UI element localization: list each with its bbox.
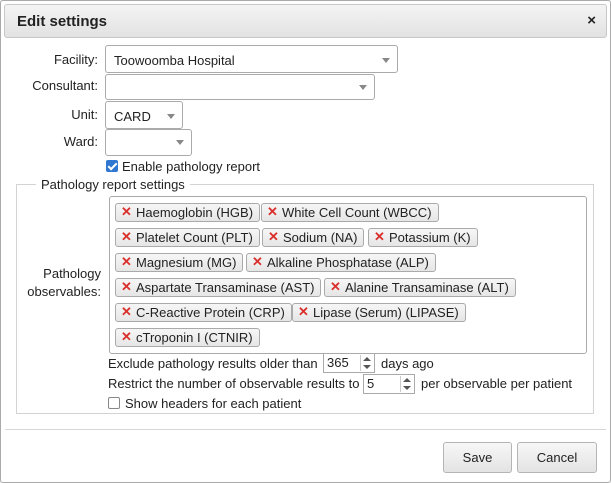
tag-label: Lipase (Serum) (LIPASE) — [313, 305, 459, 320]
stepper-arrows-icon[interactable] — [360, 355, 373, 371]
ward-label: Ward: — [63, 134, 98, 149]
exclude-days-stepper[interactable]: 365 — [323, 353, 375, 373]
observable-tag: ✕ cTroponin I (CTNIR) — [115, 328, 260, 347]
observable-tag: ✕ Sodium (NA) — [262, 228, 365, 247]
dialog-titlebar: Edit settings × — [4, 4, 607, 38]
tag-label: Platelet Count (PLT) — [136, 230, 253, 245]
remove-icon[interactable]: ✕ — [330, 279, 341, 295]
tag-label: cTroponin I (CTNIR) — [136, 330, 253, 345]
observable-tag: ✕ Platelet Count (PLT) — [115, 228, 260, 247]
observable-tag: ✕ Lipase (Serum) (LIPASE) — [292, 303, 466, 322]
restrict-prefix: Restrict the number of observable result… — [108, 376, 360, 391]
unit-label: Unit: — [71, 107, 98, 122]
consultant-label: Consultant: — [32, 78, 98, 93]
tag-label: Aspartate Transaminase (AST) — [136, 280, 315, 295]
observables-label-line1: Pathology — [43, 266, 101, 281]
observable-tag: ✕ C-Reactive Protein (CRP) — [115, 303, 292, 322]
restrict-count-stepper[interactable]: 5 — [363, 374, 415, 394]
show-headers-label: Show headers for each patient — [125, 396, 302, 411]
restrict-count-value: 5 — [367, 376, 375, 391]
tag-label: Alkaline Phosphatase (ALP) — [267, 255, 429, 270]
remove-icon[interactable]: ✕ — [298, 304, 309, 320]
chevron-down-icon — [359, 85, 367, 90]
tag-label: Potassium (K) — [389, 230, 471, 245]
observable-tag: ✕ Magnesium (MG) — [115, 253, 244, 272]
observable-tag: ✕ White Cell Count (WBCC) — [261, 203, 439, 222]
pathology-settings-legend: Pathology report settings — [36, 177, 190, 192]
edit-settings-dialog: Edit settings × Facility: Toowoomba Hosp… — [0, 0, 611, 483]
save-button[interactable]: Save — [443, 442, 512, 473]
dialog-title: Edit settings — [17, 13, 108, 30]
observables-label-line2: observables: — [27, 284, 101, 299]
chevron-down-icon — [176, 140, 184, 145]
consultant-select[interactable] — [105, 74, 375, 100]
chevron-down-icon — [382, 58, 390, 63]
observable-tag: ✕ Alanine Transaminase (ALT) — [324, 278, 516, 297]
unit-select[interactable]: CARD — [105, 101, 183, 129]
facility-label: Facility: — [53, 52, 98, 67]
unit-value: CARD — [114, 109, 151, 124]
show-headers-checkbox[interactable] — [108, 397, 120, 409]
remove-icon[interactable]: ✕ — [121, 304, 132, 320]
tag-label: C-Reactive Protein (CRP) — [136, 305, 285, 320]
stepper-arrows-icon[interactable] — [400, 376, 413, 392]
remove-icon[interactable]: ✕ — [121, 279, 132, 295]
close-icon[interactable]: × — [587, 12, 596, 29]
exclude-days-value: 365 — [327, 355, 349, 370]
observable-tag: ✕ Potassium (K) — [368, 228, 478, 247]
cancel-button[interactable]: Cancel — [517, 442, 597, 473]
footer-divider — [5, 429, 606, 430]
chevron-down-icon — [167, 114, 175, 119]
remove-icon[interactable]: ✕ — [267, 204, 278, 220]
remove-icon[interactable]: ✕ — [268, 229, 279, 245]
restrict-suffix: per observable per patient — [421, 376, 573, 391]
exclude-prefix: Exclude pathology results older than — [108, 356, 318, 371]
remove-icon[interactable]: ✕ — [121, 329, 132, 345]
tag-label: Magnesium (MG) — [136, 255, 237, 270]
enable-pathology-checkbox[interactable] — [106, 160, 118, 172]
observable-tag: ✕ Aspartate Transaminase (AST) — [115, 278, 322, 297]
tag-label: Haemoglobin (HGB) — [136, 205, 254, 220]
remove-icon[interactable]: ✕ — [121, 204, 132, 220]
observables-multiselect[interactable]: ✕ Haemoglobin (HGB) ✕ White Cell Count (WB… — [109, 196, 587, 354]
observable-tag: ✕ Alkaline Phosphatase (ALP) — [246, 253, 436, 272]
tag-label: White Cell Count (WBCC) — [282, 205, 432, 220]
remove-icon[interactable]: ✕ — [121, 229, 132, 245]
ward-select[interactable] — [105, 129, 192, 156]
tag-label: Alanine Transaminase (ALT) — [345, 280, 509, 295]
enable-pathology-label: Enable pathology report — [122, 159, 261, 174]
observable-tag: ✕ Haemoglobin (HGB) — [115, 203, 261, 222]
remove-icon[interactable]: ✕ — [121, 254, 132, 270]
remove-icon[interactable]: ✕ — [252, 254, 263, 270]
exclude-suffix: days ago — [381, 356, 434, 371]
facility-value: Toowoomba Hospital — [114, 53, 235, 68]
facility-select[interactable]: Toowoomba Hospital — [105, 45, 398, 73]
remove-icon[interactable]: ✕ — [374, 229, 385, 245]
tag-label: Sodium (NA) — [283, 230, 358, 245]
